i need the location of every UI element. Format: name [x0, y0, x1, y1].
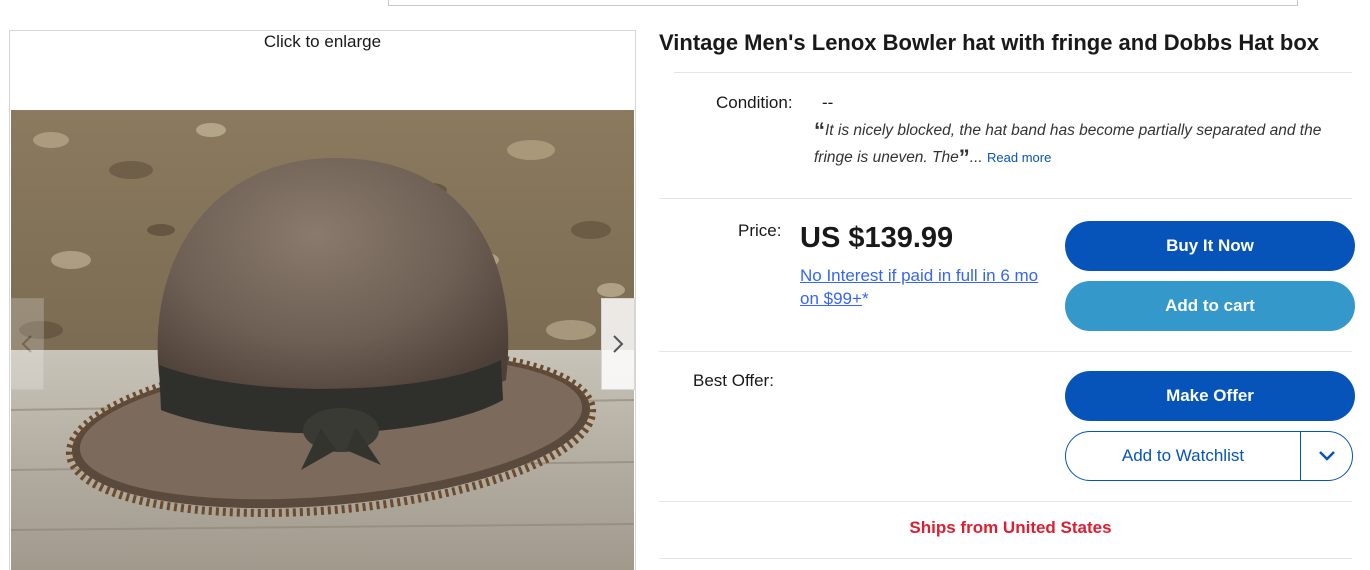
previous-image-button[interactable] [10, 298, 44, 390]
financing-link[interactable]: No Interest if paid in full in 6 mo on $… [800, 266, 1038, 308]
product-image[interactable] [11, 110, 634, 570]
condition-quote-text: It is nicely blocked, the hat band has b… [814, 122, 1322, 166]
image-gallery[interactable]: Click to enlarge [9, 30, 636, 570]
price-divider [659, 351, 1352, 352]
open-quote-icon: “ [814, 118, 825, 143]
financing-asterisk: * [861, 289, 869, 308]
financing-offer: No Interest if paid in full in 6 mo on $… [800, 264, 1050, 310]
condition-label: Condition: [716, 93, 793, 112]
best-offer-label: Best Offer: [693, 371, 774, 390]
next-image-button[interactable] [601, 298, 635, 390]
condition-ellipsis: ... [969, 149, 983, 166]
price-label: Price: [738, 221, 782, 240]
add-to-cart-button[interactable]: Add to cart [1065, 281, 1355, 331]
chevron-left-icon [21, 335, 32, 353]
buy-it-now-button[interactable]: Buy It Now [1065, 221, 1355, 271]
chevron-down-icon [1318, 451, 1335, 461]
search-bar-edge [388, 0, 1298, 6]
add-to-watchlist-button[interactable]: Add to Watchlist [1066, 432, 1300, 480]
offer-divider [659, 501, 1352, 502]
product-photo [11, 110, 634, 570]
watchlist-dropdown-button[interactable] [1300, 432, 1352, 480]
make-offer-button[interactable]: Make Offer [1065, 371, 1355, 421]
chevron-right-icon [613, 335, 624, 353]
title-divider [674, 72, 1352, 73]
enlarge-hint[interactable]: Click to enlarge [10, 32, 635, 52]
ships-from-notice: Ships from United States [909, 518, 1112, 537]
listing-title: Vintage Men's Lenox Bowler hat with frin… [659, 30, 1319, 55]
ships-divider [659, 558, 1352, 559]
read-more-link[interactable]: Read more [987, 150, 1051, 165]
condition-divider [659, 198, 1352, 199]
condition-value: -- [822, 93, 834, 112]
watchlist-control: Add to Watchlist [1065, 431, 1353, 481]
close-quote-icon: ” [958, 145, 970, 170]
price-value: US $139.99 [800, 222, 954, 254]
condition-description: “It is nicely blocked, the hat band has … [814, 117, 1354, 171]
